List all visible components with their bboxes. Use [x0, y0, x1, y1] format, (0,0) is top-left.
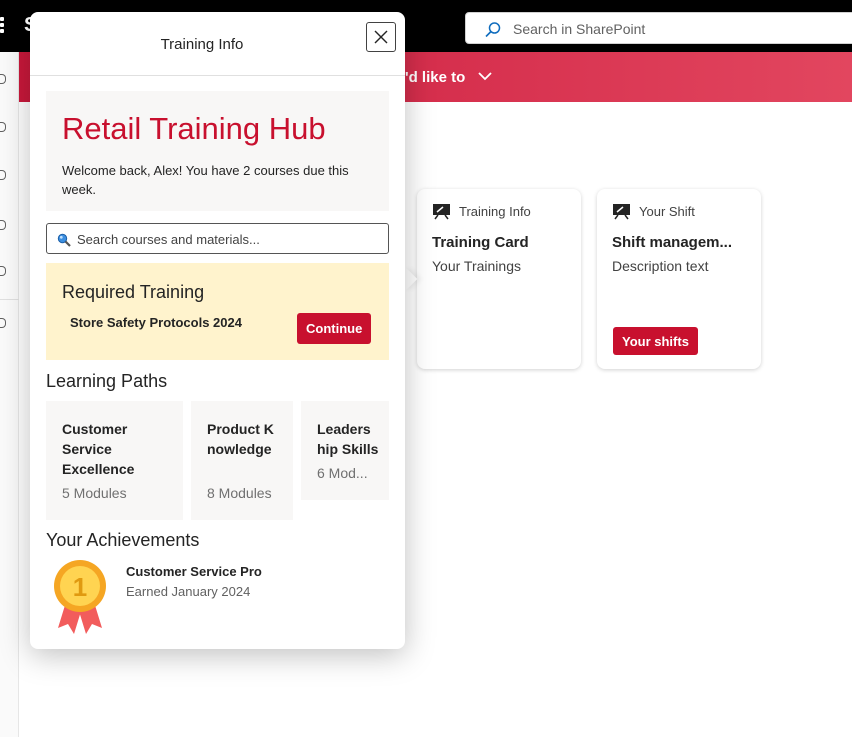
search-icon [485, 22, 501, 38]
card-description: Your Trainings [432, 258, 521, 274]
learning-path-card[interactable]: Leadership Skills 6 Mod... [301, 401, 389, 500]
path-modules: 5 Modules [62, 485, 127, 501]
search-placeholder: Search in SharePoint [513, 21, 646, 37]
sharepoint-search-box[interactable]: Search in SharePoint [465, 12, 852, 44]
required-training-heading: Required Training [62, 282, 205, 302]
welcome-message: Welcome back, Alex! You have 2 courses d… [62, 163, 349, 197]
achievements-heading: Your Achievements [46, 530, 200, 550]
course-search-field[interactable] [46, 223, 389, 254]
chevron-down-icon[interactable] [478, 71, 492, 81]
rail-divider [0, 299, 19, 300]
magnifier-icon [57, 233, 71, 247]
continue-button[interactable]: Continue [297, 313, 372, 344]
hub-nav-item[interactable]: 'd like to [405, 69, 465, 86]
your-shifts-button[interactable]: Your shifts [613, 327, 698, 355]
create-icon[interactable] [0, 318, 6, 328]
card-header: Your Shift [612, 203, 695, 220]
path-modules: 6 Mod... [317, 465, 368, 481]
hub-heading: Retail Training Hub [62, 111, 326, 146]
course-search-input[interactable] [77, 229, 382, 249]
dialog-title: Training Info [160, 36, 244, 53]
app-launcher-icon[interactable] [0, 17, 6, 37]
card-header-text: Training Info [459, 204, 531, 219]
achievement-name: Customer Service Pro [126, 564, 262, 579]
card-header: Training Info [432, 203, 531, 220]
required-course-name: Store Safety Protocols 2024 [70, 315, 242, 330]
card-description: Description text [612, 258, 709, 274]
files-icon[interactable] [0, 266, 6, 276]
sites-icon[interactable] [0, 170, 6, 180]
app-bar [0, 52, 19, 737]
path-name: Leadership Skills [317, 421, 379, 457]
path-name: Product Knowledge [207, 421, 274, 457]
path-modules: 8 Modules [207, 485, 272, 501]
dialog-divider [30, 75, 405, 76]
close-button[interactable] [366, 22, 396, 52]
training-info-dialog: Training Info Retail Training Hub Welcom… [30, 12, 405, 649]
close-icon [374, 30, 388, 44]
presenter-board-icon [433, 204, 450, 220]
training-info-card[interactable]: Training Info Training Card Your Trainin… [417, 189, 581, 369]
presenter-board-icon [613, 204, 630, 220]
path-name: Customer Service Excellence [62, 421, 135, 477]
medal-icon: 1 [54, 560, 106, 634]
achievement-date: Earned January 2024 [126, 584, 251, 599]
medal-number: 1 [73, 572, 87, 602]
news-icon[interactable] [0, 220, 6, 230]
learning-paths-heading: Learning Paths [46, 371, 168, 391]
home-icon[interactable] [0, 74, 6, 84]
learning-path-card[interactable]: Customer Service Excellence 5 Modules [46, 401, 183, 520]
globe-icon[interactable] [0, 122, 6, 132]
welcome-panel: Retail Training Hub Welcome back, Alex! … [46, 91, 389, 211]
required-training-panel: Required Training Store Safety Protocols… [46, 263, 389, 360]
your-shift-card[interactable]: Your Shift Shift managem... Description … [597, 189, 761, 369]
card-title: Training Card [432, 234, 529, 251]
card-header-text: Your Shift [639, 204, 695, 219]
learning-path-card[interactable]: Product Knowledge 8 Modules [191, 401, 293, 520]
card-title: Shift managem... [612, 234, 733, 251]
